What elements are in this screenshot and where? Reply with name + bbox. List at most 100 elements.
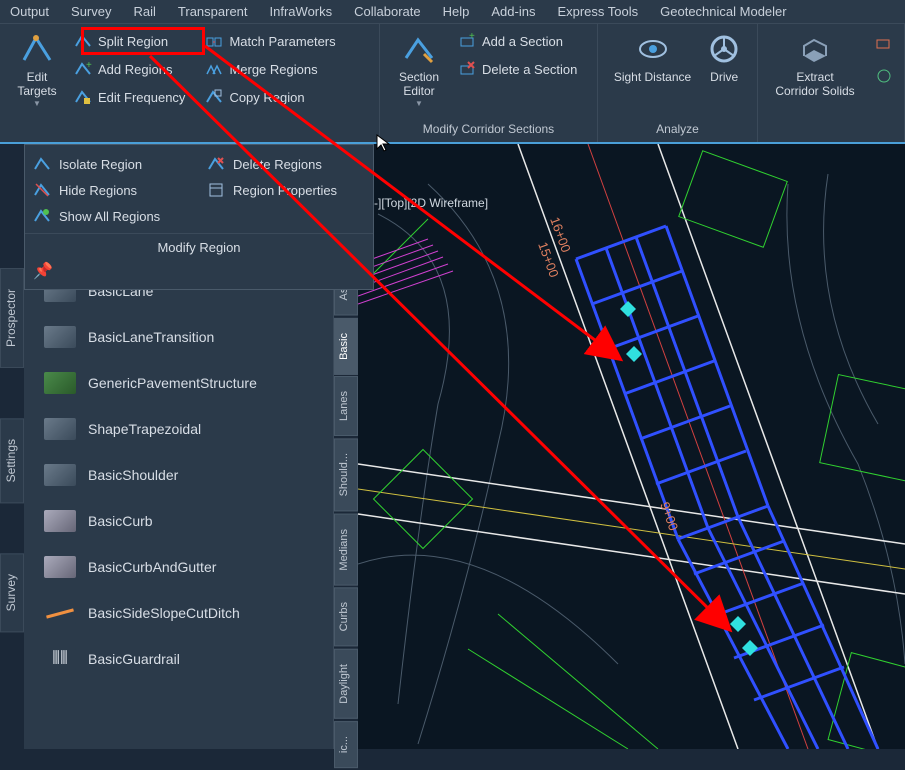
split-region-button[interactable]: Split Region	[70, 30, 189, 52]
edit-frequency-label: Edit Frequency	[98, 90, 185, 105]
match-parameters-icon	[205, 32, 223, 50]
survey-tab[interactable]: Survey	[0, 553, 24, 632]
ribbon-group-extract: Extract Corridor Solids .	[758, 24, 905, 142]
show-all-regions-label: Show All Regions	[59, 209, 160, 224]
palette-item-basicshoulder[interactable]: BasicShoulder	[24, 452, 333, 498]
station-label-3: 9+00	[657, 500, 681, 533]
palette-item-basiccurb[interactable]: BasicCurb	[24, 498, 333, 544]
sight-distance-icon	[636, 32, 670, 66]
menu-output[interactable]: Output	[10, 4, 49, 19]
menu-transparent[interactable]: Transparent	[178, 4, 248, 19]
edit-frequency-icon	[74, 88, 92, 106]
svg-text:+: +	[86, 60, 92, 71]
sight-distance-button[interactable]: Sight Distance	[608, 28, 697, 88]
region-properties-icon	[207, 181, 225, 199]
settings-tab[interactable]: Settings	[0, 418, 24, 503]
extract-corridor-solids-button[interactable]: Extract Corridor Solids	[769, 28, 860, 103]
tab-medians[interactable]: Medians	[334, 514, 358, 586]
palette-item-basiclanetransition[interactable]: BasicLaneTransition	[24, 314, 333, 360]
region-properties-label: Region Properties	[233, 183, 337, 198]
menu-help[interactable]: Help	[443, 4, 470, 19]
merge-regions-label: Merge Regions	[229, 62, 317, 77]
tab-basic[interactable]: Basic	[334, 318, 358, 375]
tab-shoulders[interactable]: Should...	[334, 438, 358, 511]
top-menu-bar: Output Survey Rail Transparent InfraWork…	[0, 0, 905, 24]
merge-regions-button[interactable]: Merge Regions	[201, 58, 339, 80]
menu-collaborate[interactable]: Collaborate	[354, 4, 421, 19]
delete-section-icon	[458, 60, 476, 78]
menu-rail[interactable]: Rail	[134, 4, 156, 19]
add-section-button[interactable]: + Add a Section	[454, 30, 581, 52]
edit-targets-button[interactable]: Edit Targets ▼	[8, 28, 66, 112]
hide-regions-icon	[33, 181, 51, 199]
view-label[interactable]: -][Top][2D Wireframe]	[374, 196, 488, 210]
isolate-region-icon	[33, 155, 51, 173]
drawing-viewport[interactable]: -][Top][2D Wireframe]	[358, 144, 905, 749]
prospector-tab[interactable]: Prospector	[0, 268, 24, 368]
palette-category-tabs: Ass... Basic Lanes Should... Medians Cur…	[334, 258, 358, 770]
edit-frequency-button[interactable]: Edit Frequency	[70, 86, 189, 108]
copy-region-button[interactable]: Copy Region	[201, 86, 339, 108]
tab-daylight[interactable]: Daylight	[334, 649, 358, 719]
extract-solids-label: Extract Corridor Solids	[775, 70, 854, 99]
section-editor-button[interactable]: Section Editor ▼	[388, 28, 450, 112]
palette-item-genericpavement[interactable]: GenericPavementStructure	[24, 360, 333, 406]
delete-regions-icon	[207, 155, 225, 173]
isolate-region-label: Isolate Region	[59, 157, 142, 172]
split-region-label: Split Region	[98, 34, 168, 49]
merge-regions-icon	[205, 60, 223, 78]
edit-targets-label: Edit Targets	[17, 70, 56, 99]
palette-item-basicguardrail[interactable]: ⦀⦀BasicGuardrail	[24, 636, 333, 682]
svg-text:+: +	[469, 32, 475, 42]
left-side-tabs: Prospector Settings Survey	[0, 268, 24, 633]
add-regions-label: Add Regions	[98, 62, 172, 77]
split-region-icon	[74, 32, 92, 50]
ribbon-group-modify-region: Edit Targets ▼ Split Region + Add Region…	[0, 24, 380, 142]
palette-item-shapetrapezoidal[interactable]: ShapeTrapezoidal	[24, 406, 333, 452]
isolate-region-item[interactable]: Isolate Region	[33, 155, 191, 173]
region-properties-item[interactable]: Region Properties	[207, 181, 365, 199]
add-section-icon: +	[458, 32, 476, 50]
menu-addins[interactable]: Add-ins	[491, 4, 535, 19]
modify-region-dropdown: Isolate Region Hide Regions Show All Reg…	[24, 144, 374, 290]
ribbon-group-analyze: Sight Distance Drive Analyze	[598, 24, 758, 142]
drive-button[interactable]: Drive	[701, 28, 747, 88]
group-label-analyze: Analyze	[606, 118, 749, 142]
match-parameters-button[interactable]: Match Parameters	[201, 30, 339, 52]
extract-solids-icon	[798, 32, 832, 66]
tab-more[interactable]: ic...	[334, 721, 358, 768]
add-regions-icon: +	[74, 60, 92, 78]
copy-region-icon	[205, 88, 223, 106]
delete-regions-label: Delete Regions	[233, 157, 322, 172]
palette-item-basiccurbandgutter[interactable]: BasicCurbAndGutter	[24, 544, 333, 590]
sight-distance-label: Sight Distance	[614, 70, 691, 84]
menu-survey[interactable]: Survey	[71, 4, 111, 19]
add-regions-button[interactable]: + Add Regions	[70, 58, 189, 80]
extract-aux1-icon[interactable]	[875, 34, 893, 57]
section-editor-icon	[402, 32, 436, 66]
copy-region-label: Copy Region	[229, 90, 304, 105]
drawing-canvas: 16+00 15+00 9+00	[358, 144, 905, 749]
show-all-regions-icon	[33, 207, 51, 225]
menu-infraworks[interactable]: InfraWorks	[270, 4, 333, 19]
edit-targets-icon	[20, 32, 54, 66]
dropdown-pin-icon[interactable]: 📌	[25, 259, 373, 283]
delete-section-label: Delete a Section	[482, 62, 577, 77]
delete-section-button[interactable]: Delete a Section	[454, 58, 581, 80]
show-all-regions-item[interactable]: Show All Regions	[33, 207, 191, 225]
drive-icon	[707, 32, 741, 66]
delete-regions-item[interactable]: Delete Regions	[207, 155, 365, 173]
group-label-corridor-sections: Modify Corridor Sections	[388, 118, 589, 142]
section-editor-label: Section Editor	[399, 70, 439, 99]
tab-lanes[interactable]: Lanes	[334, 376, 358, 436]
tab-curbs[interactable]: Curbs	[334, 587, 358, 646]
drive-label: Drive	[710, 70, 738, 84]
hide-regions-item[interactable]: Hide Regions	[33, 181, 191, 199]
match-parameters-label: Match Parameters	[229, 34, 335, 49]
palette-item-basicsideslope[interactable]: BasicSideSlopeCutDitch	[24, 590, 333, 636]
add-section-label: Add a Section	[482, 34, 563, 49]
menu-expresstools[interactable]: Express Tools	[557, 4, 638, 19]
menu-geotechnical[interactable]: Geotechnical Modeler	[660, 4, 786, 19]
tool-palette: BasicLane BasicLaneTransition GenericPav…	[24, 268, 334, 749]
extract-aux2-icon[interactable]	[875, 67, 893, 90]
